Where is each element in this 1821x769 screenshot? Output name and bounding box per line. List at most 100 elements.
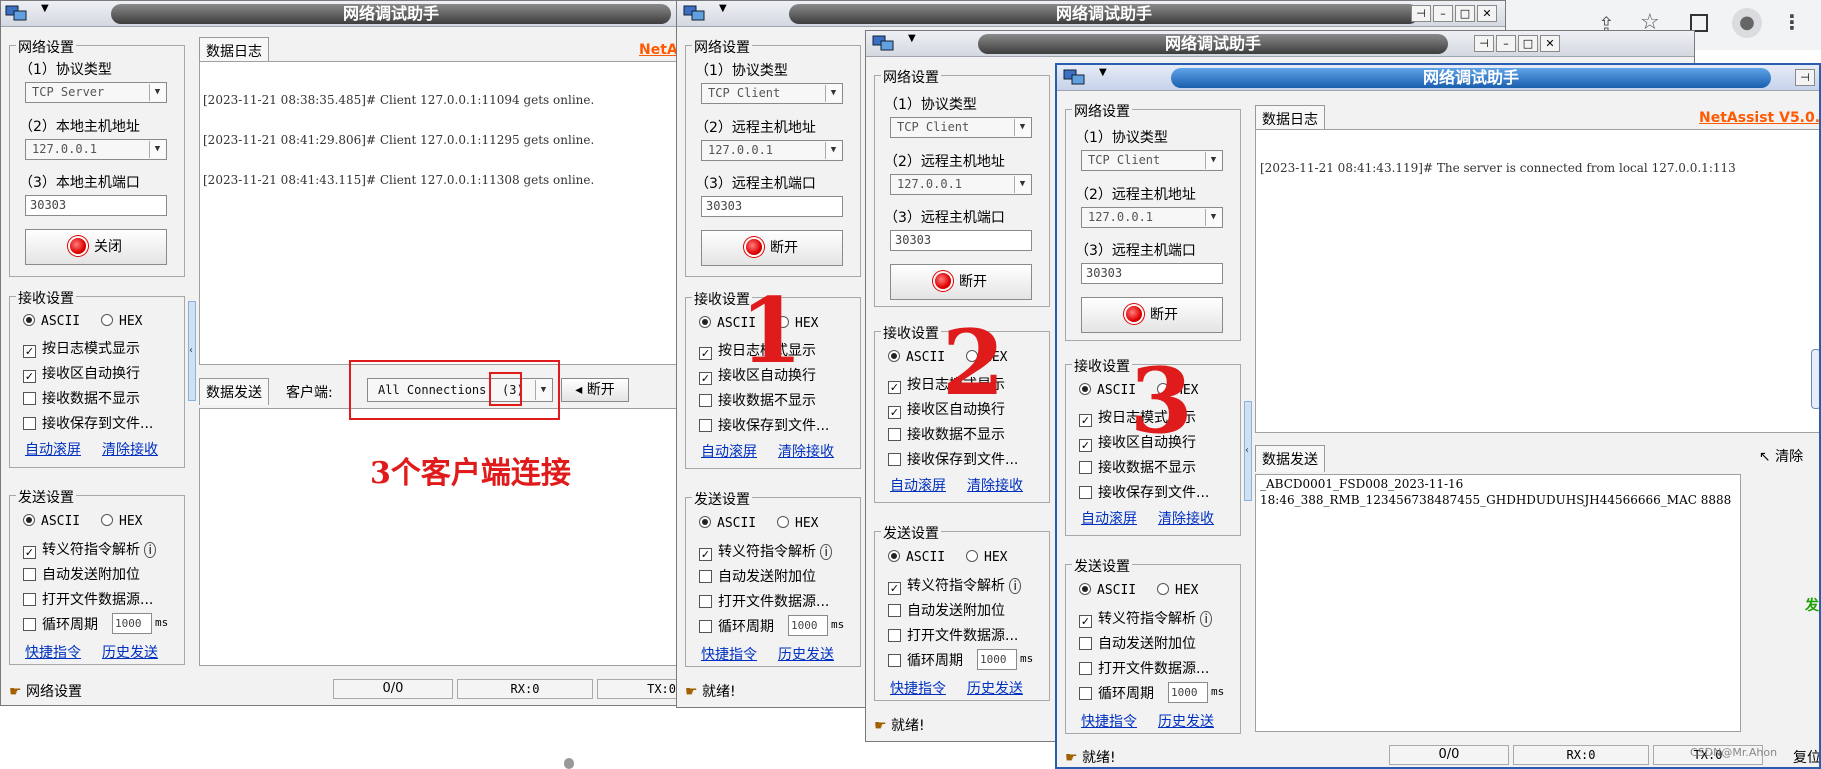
minimize-icon[interactable]: – bbox=[1433, 5, 1453, 22]
escape-checkbox[interactable]: ✓ 转义符指令解析 i bbox=[23, 539, 156, 559]
send-pane[interactable] bbox=[199, 408, 679, 666]
tab-data-log[interactable]: 数据日志 bbox=[1255, 105, 1325, 132]
auto-append-checkbox[interactable]: 自动发送附加位 bbox=[888, 600, 1005, 620]
loop-checkbox[interactable]: 循环周期 bbox=[23, 614, 98, 634]
maximize-icon[interactable]: □ bbox=[1518, 35, 1538, 52]
recv-hex-radio[interactable]: HEX bbox=[101, 314, 142, 329]
host-select[interactable]: 127.0.0.1 ▼ bbox=[25, 139, 167, 160]
send-ascii-radio[interactable]: ASCII bbox=[699, 516, 756, 531]
title-bar[interactable]: ▼ 网络调试助手 ⊣ bbox=[1057, 65, 1819, 91]
no-display-checkbox[interactable]: 接收数据不显示 bbox=[699, 390, 816, 410]
host-select[interactable]: 127.0.0.1 ▼ bbox=[1081, 207, 1223, 228]
save-file-checkbox[interactable]: 接收保存到文件... bbox=[699, 415, 829, 435]
quick-cmd-link[interactable]: 快捷指令 bbox=[25, 642, 81, 662]
clear-recv-link[interactable]: 清除接收 bbox=[1158, 508, 1214, 528]
send-hex-radio[interactable]: HEX bbox=[777, 516, 818, 531]
pin-icon[interactable]: ⊣ bbox=[1411, 5, 1431, 22]
history-send-link[interactable]: 历史发送 bbox=[778, 644, 834, 664]
disconnect-button[interactable]: 断开 bbox=[890, 264, 1032, 300]
chevron-down-icon[interactable]: ▼ bbox=[719, 3, 727, 14]
status-net-settings[interactable]: ☛ 网络设置 bbox=[9, 681, 82, 701]
loop-checkbox[interactable]: 循环周期 bbox=[888, 650, 963, 670]
clear-recv-link[interactable]: 清除接收 bbox=[967, 475, 1023, 495]
host-select[interactable]: 127.0.0.1 ▼ bbox=[701, 140, 843, 161]
log-mode-checkbox[interactable]: ✓ 按日志模式显示 bbox=[23, 338, 140, 358]
chevron-down-icon[interactable]: ▼ bbox=[908, 33, 916, 44]
title-bar[interactable]: ▼ 网络调试助手 ⊣ – □ ✕ bbox=[677, 1, 1505, 27]
chevron-down-icon[interactable]: ▼ bbox=[41, 3, 49, 14]
auto-append-checkbox[interactable]: 自动发送附加位 bbox=[699, 566, 816, 586]
clear-recv-link[interactable]: 清除接收 bbox=[778, 441, 834, 461]
no-display-checkbox[interactable]: 接收数据不显示 bbox=[888, 424, 1005, 444]
protocol-select[interactable]: TCP Client ▼ bbox=[890, 117, 1032, 138]
collapse-handle[interactable]: ‹ bbox=[188, 301, 196, 401]
app-network-icon[interactable] bbox=[683, 5, 705, 21]
info-icon[interactable]: i bbox=[144, 542, 156, 558]
disconnect-client-button[interactable]: ◂ 断开 bbox=[561, 378, 629, 402]
open-file-checkbox[interactable]: 打开文件数据源... bbox=[1079, 658, 1209, 678]
page-scrollbar-thumb[interactable] bbox=[564, 758, 574, 769]
no-display-checkbox[interactable]: 接收数据不显示 bbox=[23, 388, 140, 408]
auto-append-checkbox[interactable]: 自动发送附加位 bbox=[23, 564, 140, 584]
send-ascii-radio[interactable]: ASCII bbox=[888, 550, 945, 565]
send-ascii-radio[interactable]: ASCII bbox=[1079, 583, 1136, 598]
escape-checkbox[interactable]: ✓ 转义符指令解析 i bbox=[1079, 608, 1212, 628]
close-icon[interactable]: ✕ bbox=[1540, 35, 1560, 52]
port-input[interactable]: 30303 bbox=[701, 196, 843, 217]
send-hex-radio[interactable]: HEX bbox=[966, 550, 1007, 565]
auto-wrap-checkbox[interactable]: ✓ 接收区自动换行 bbox=[23, 363, 140, 383]
recv-ascii-radio[interactable]: ASCII bbox=[23, 314, 80, 329]
loop-ms-input[interactable]: 1000 bbox=[788, 615, 828, 636]
loop-checkbox[interactable]: 循环周期 bbox=[699, 616, 774, 636]
send-hex-radio[interactable]: HEX bbox=[1157, 583, 1198, 598]
host-select[interactable]: 127.0.0.1 ▼ bbox=[890, 174, 1032, 195]
tab-data-log[interactable]: 数据日志 bbox=[199, 37, 269, 64]
info-icon[interactable]: i bbox=[1200, 611, 1212, 627]
escape-checkbox[interactable]: ✓ 转义符指令解析 i bbox=[699, 541, 832, 561]
save-file-checkbox[interactable]: 接收保存到文件... bbox=[23, 413, 153, 433]
close-icon[interactable]: ✕ bbox=[1477, 5, 1497, 22]
disconnect-button[interactable]: 断开 bbox=[701, 230, 843, 266]
open-file-checkbox[interactable]: 打开文件数据源... bbox=[888, 625, 1018, 645]
auto-scroll-link[interactable]: 自动滚屏 bbox=[25, 439, 81, 459]
tab-data-send[interactable]: 数据发送 bbox=[1255, 445, 1325, 472]
collapse-handle[interactable]: ‹ bbox=[1244, 401, 1252, 501]
quick-cmd-link[interactable]: 快捷指令 bbox=[701, 644, 757, 664]
avatar[interactable]: ● bbox=[1732, 8, 1762, 38]
history-send-link[interactable]: 历史发送 bbox=[1158, 711, 1214, 731]
maximize-icon[interactable]: □ bbox=[1455, 5, 1475, 22]
loop-ms-input[interactable]: 1000 bbox=[1168, 682, 1208, 703]
history-send-link[interactable]: 历史发送 bbox=[102, 642, 158, 662]
port-input[interactable]: 30303 bbox=[25, 195, 167, 216]
app-network-icon[interactable] bbox=[5, 5, 27, 21]
close-button[interactable]: 关闭 bbox=[25, 229, 167, 265]
port-input[interactable]: 30303 bbox=[1081, 263, 1223, 284]
disconnect-button[interactable]: 断开 bbox=[1081, 297, 1223, 333]
save-file-checkbox[interactable]: 接收保存到文件... bbox=[1079, 482, 1209, 502]
loop-checkbox[interactable]: 循环周期 bbox=[1079, 683, 1154, 703]
protocol-select[interactable]: TCP Client ▼ bbox=[701, 83, 843, 104]
send-pane[interactable] bbox=[1255, 474, 1741, 732]
protocol-select[interactable]: TCP Client ▼ bbox=[1081, 150, 1223, 171]
recv-ascii-radio[interactable]: ASCII bbox=[888, 350, 945, 365]
loop-ms-input[interactable]: 1000 bbox=[112, 613, 152, 634]
send-ascii-radio[interactable]: ASCII bbox=[23, 514, 80, 529]
loop-ms-input[interactable]: 1000 bbox=[977, 649, 1017, 670]
reset-label[interactable]: 复位 bbox=[1793, 747, 1819, 767]
escape-checkbox[interactable]: ✓ 转义符指令解析 i bbox=[888, 575, 1021, 595]
send-button-partial[interactable]: 发 bbox=[1805, 595, 1819, 615]
protocol-select[interactable]: TCP Server ▼ bbox=[25, 82, 167, 103]
chevron-down-icon[interactable]: ▼ bbox=[1099, 67, 1107, 78]
no-display-checkbox[interactable]: 接收数据不显示 bbox=[1079, 457, 1196, 477]
info-icon[interactable]: i bbox=[820, 544, 832, 560]
vertical-scrollbar[interactable] bbox=[1811, 349, 1819, 409]
port-input[interactable]: 30303 bbox=[890, 230, 1032, 251]
app-network-icon[interactable] bbox=[1063, 69, 1085, 85]
app-network-icon[interactable] bbox=[872, 35, 894, 51]
quick-cmd-link[interactable]: 快捷指令 bbox=[890, 678, 946, 698]
info-icon[interactable]: i bbox=[1009, 578, 1021, 594]
clear-recv-link[interactable]: 清除接收 bbox=[102, 439, 158, 459]
send-hex-radio[interactable]: HEX bbox=[101, 514, 142, 529]
minimize-icon[interactable]: – bbox=[1496, 35, 1516, 52]
version-link[interactable]: NetA bbox=[639, 42, 678, 58]
